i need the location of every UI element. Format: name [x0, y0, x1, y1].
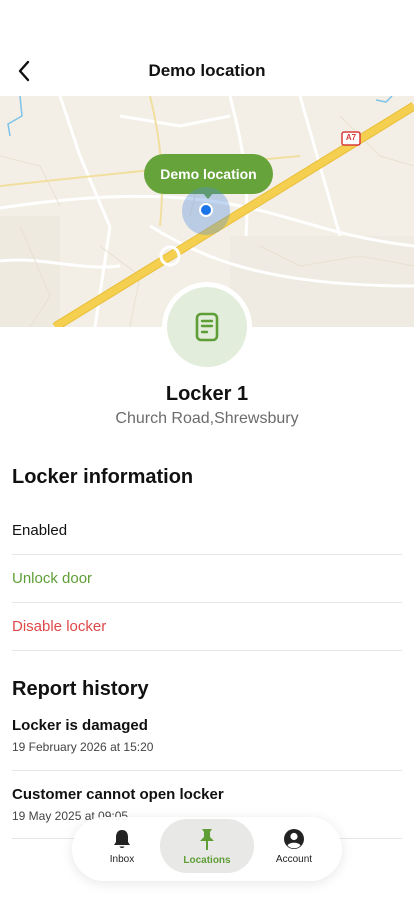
page-title: Demo location	[148, 61, 266, 80]
tab-label: Locations	[183, 854, 231, 866]
report-title: Customer cannot open locker	[12, 786, 224, 803]
disable-locker-label: Disable locker	[12, 618, 107, 635]
account-icon	[284, 828, 304, 849]
disable-locker-button[interactable]: Disable locker	[12, 603, 402, 651]
enabled-status-row: Enabled	[12, 507, 402, 555]
enabled-label: Enabled	[12, 522, 68, 539]
report-date: 19 February 2026 at 15:20	[12, 740, 154, 754]
locker-name: Locker 1	[165, 383, 249, 405]
locker-address: Church Road,Shrewsbury	[115, 410, 299, 427]
locker-information-title: Locker information	[12, 466, 194, 488]
tab-locations[interactable]: Locations	[160, 819, 254, 873]
bell-icon	[114, 829, 130, 848]
tab-label: Account	[275, 853, 313, 865]
locker-badge	[162, 282, 252, 372]
unlock-door-label: Unlock door	[12, 570, 93, 587]
header: Demo location	[0, 0, 414, 96]
unlock-door-button[interactable]: Unlock door	[12, 555, 402, 603]
road-shield-label: A7	[345, 133, 357, 142]
report-history-title: Report history	[12, 678, 149, 700]
tab-label: Inbox	[109, 853, 135, 865]
tab-account[interactable]: Account	[264, 819, 324, 873]
location-pin-icon[interactable]	[199, 203, 213, 217]
pin-icon	[200, 828, 214, 850]
bottom-tab-bar: Inbox Locations Account	[72, 817, 342, 881]
locker-icon	[195, 312, 219, 342]
tab-inbox[interactable]: Inbox	[92, 819, 152, 873]
report-title: Locker is damaged	[12, 717, 148, 734]
report-item[interactable]: Locker is damaged 19 February 2026 at 15…	[12, 717, 402, 771]
